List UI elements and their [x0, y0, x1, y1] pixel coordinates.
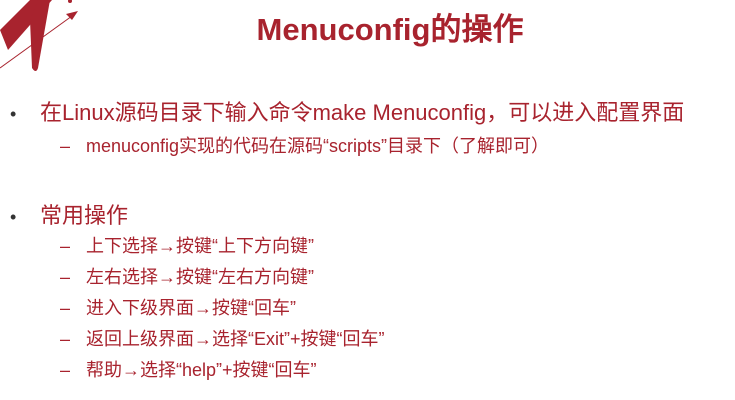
sub-item: – menuconfig实现的代码在源码“scripts”目录下（了解即可） [60, 136, 550, 156]
dash-marker: – [60, 298, 71, 318]
bullet-item: • 在Linux源码目录下输入命令make Menuconfig，可以进入配置界面 [10, 100, 685, 125]
bullet-marker: • [10, 207, 17, 227]
bullet-item: • 常用操作 [10, 203, 129, 228]
dash-marker: – [60, 267, 71, 287]
dash-marker: – [60, 329, 71, 349]
sub-item: – 帮助→选择“help”+按键“回车” [60, 360, 317, 380]
sub-item: – 左右选择→按键“左右方向键” [60, 267, 314, 287]
sub-item: – 上下选择→按键“上下方向键” [60, 236, 314, 256]
bullet-marker: • [10, 104, 17, 124]
dash-marker: – [60, 136, 71, 156]
sub-item: – 返回上级界面→选择“Exit”+按键“回车” [60, 329, 385, 349]
page-title: Menuconfig的操作 [256, 12, 524, 47]
sub-item: – 进入下级界面→按键“回车” [60, 298, 296, 318]
dash-marker: – [60, 236, 71, 256]
dash-marker: – [60, 360, 71, 380]
